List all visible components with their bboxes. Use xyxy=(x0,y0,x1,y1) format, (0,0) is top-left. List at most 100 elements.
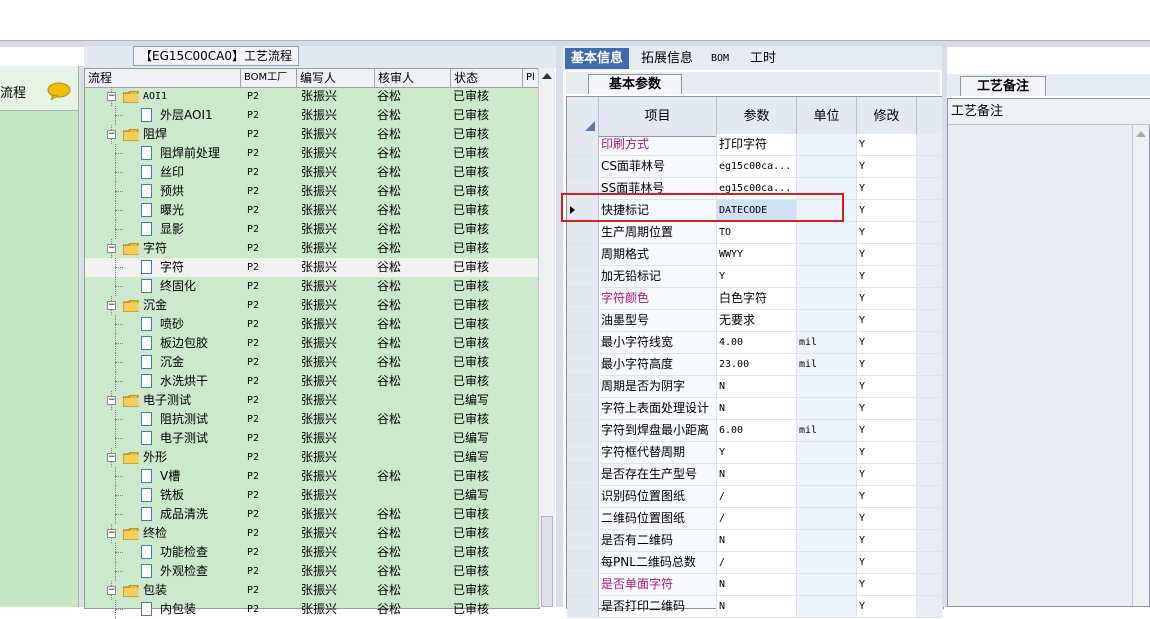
col-header-value[interactable]: 参数 xyxy=(717,97,797,136)
param-value[interactable]: Y xyxy=(717,266,797,287)
remarks-scroll-up-icon[interactable] xyxy=(1136,131,1146,137)
param-value[interactable]: 4.00 xyxy=(717,332,797,353)
tree-group-row[interactable]: − 终检 P2 张振兴 谷松 已审核 xyxy=(85,524,539,543)
row-header[interactable] xyxy=(567,222,599,243)
tab-basic-info[interactable]: 基本信息 xyxy=(565,48,630,69)
param-row[interactable]: 最小字符高度 23.00 mil Y xyxy=(567,354,943,376)
row-header[interactable] xyxy=(567,354,599,375)
param-row[interactable]: 字符到焊盘最小距离 6.00 mil Y xyxy=(567,420,943,442)
param-row[interactable]: 生产周期位置 TO Y xyxy=(567,222,943,244)
row-header[interactable] xyxy=(567,266,599,287)
row-header[interactable] xyxy=(567,420,599,441)
tree-step-row[interactable]: 阻焊前处理 P2 张振兴 谷松 已审核 xyxy=(85,144,539,163)
row-header[interactable] xyxy=(567,464,599,485)
tree-vertical-scrollbar[interactable] xyxy=(538,68,555,607)
tab-labor-hours[interactable]: 工时 xyxy=(744,48,782,69)
row-header[interactable] xyxy=(567,134,599,155)
scroll-up-arrow-icon[interactable] xyxy=(542,73,552,79)
param-value[interactable]: 23.00 xyxy=(717,354,797,375)
param-value[interactable]: 白色字符 xyxy=(717,288,797,309)
row-header[interactable] xyxy=(567,376,599,397)
tree-group-row[interactable]: − 沉金 P2 张振兴 谷松 已审核 xyxy=(85,296,539,315)
tree-group-row[interactable]: − 阻焊 P2 张振兴 谷松 已审核 xyxy=(85,125,539,144)
param-value[interactable]: / xyxy=(717,552,797,573)
col-header-pl[interactable]: Pl xyxy=(523,69,539,87)
col-header-writer[interactable]: 编写人 xyxy=(297,69,375,87)
collapse-toggle-icon[interactable]: − xyxy=(107,244,116,253)
row-header[interactable] xyxy=(567,156,599,177)
param-value[interactable]: 无要求 xyxy=(717,310,797,331)
tree-step-row[interactable]: 外观检查 P2 张振兴 谷松 已审核 xyxy=(85,562,539,581)
tree-step-row[interactable]: 成品清洗 P2 张振兴 谷松 已审核 xyxy=(85,505,539,524)
tree-step-row[interactable]: 字符 P2 张振兴 谷松 已审核 xyxy=(85,258,539,277)
param-row[interactable]: 字符框代替周期 Y Y xyxy=(567,442,943,464)
collapse-toggle-icon[interactable]: − xyxy=(107,130,116,139)
tree-step-row[interactable]: 显影 P2 张振兴 谷松 已审核 xyxy=(85,220,539,239)
param-value[interactable]: / xyxy=(717,486,797,507)
param-row[interactable]: 周期是否为阴字 N Y xyxy=(567,376,943,398)
row-header[interactable] xyxy=(567,552,599,573)
col-header-status[interactable]: 状态 xyxy=(451,69,523,87)
collapse-toggle-icon[interactable]: − xyxy=(107,301,116,310)
col-header-reviewer[interactable]: 核审人 xyxy=(375,69,451,87)
tree-step-row[interactable]: 外层AOI1 P2 张振兴 谷松 已审核 xyxy=(85,106,539,125)
param-value[interactable]: 6.00 xyxy=(717,420,797,441)
collapse-toggle-icon[interactable]: − xyxy=(107,586,116,595)
remarks-scrollbar[interactable] xyxy=(1132,125,1149,606)
collapse-toggle-icon[interactable]: − xyxy=(107,396,116,405)
col-header-process[interactable]: 流程 xyxy=(85,69,241,87)
param-row[interactable]: 最小字符线宽 4.00 mil Y xyxy=(567,332,943,354)
param-value[interactable]: N xyxy=(717,574,797,595)
tree-step-row[interactable]: 丝印 P2 张振兴 谷松 已审核 xyxy=(85,163,539,182)
row-header[interactable] xyxy=(567,244,599,265)
param-value[interactable]: N xyxy=(717,530,797,551)
row-header[interactable] xyxy=(567,508,599,529)
tree-step-row[interactable]: 预烘 P2 张振兴 谷松 已审核 xyxy=(85,182,539,201)
tree-group-row[interactable]: − AOI1 P2 张振兴 谷松 已审核 xyxy=(85,87,539,106)
param-row[interactable]: 加无铅标记 Y Y xyxy=(567,266,943,288)
collapse-toggle-icon[interactable]: − xyxy=(107,92,116,101)
tree-step-row[interactable]: 电子测试 P2 张振兴 已编写 xyxy=(85,429,539,448)
param-row[interactable]: 周期格式 WWYY Y xyxy=(567,244,943,266)
param-row[interactable]: 是否单面字符 N Y xyxy=(567,574,943,596)
tree-step-row[interactable]: 板边包胶 P2 张振兴 谷松 已审核 xyxy=(85,334,539,353)
param-value[interactable]: N xyxy=(717,376,797,397)
chat-bubble-icon[interactable] xyxy=(46,82,72,100)
row-header[interactable] xyxy=(567,310,599,331)
tab-basic-params[interactable]: 基本参数 xyxy=(588,74,682,94)
middle-splitter[interactable] xyxy=(556,46,563,607)
tree-group-row[interactable]: − 外形 P2 张振兴 已编写 xyxy=(85,448,539,467)
param-row[interactable]: 是否打印二维码 N Y xyxy=(567,596,943,618)
tree-step-row[interactable]: 曝光 P2 张振兴 谷松 已审核 xyxy=(85,201,539,220)
row-header[interactable] xyxy=(567,398,599,419)
tree-step-row[interactable]: 水洗烘干 P2 张振兴 谷松 已审核 xyxy=(85,372,539,391)
collapse-toggle-icon[interactable]: − xyxy=(107,453,116,462)
tab-bom[interactable]: BOM xyxy=(705,48,735,69)
param-value[interactable]: N xyxy=(717,464,797,485)
col-header-item[interactable]: 项目 xyxy=(599,97,717,136)
tree-group-row[interactable]: − 电子测试 P2 张振兴 已编写 xyxy=(85,391,539,410)
row-header[interactable] xyxy=(567,332,599,353)
param-value[interactable]: N xyxy=(717,398,797,419)
param-row[interactable]: 是否有二维码 N Y xyxy=(567,530,943,552)
col-header-unit[interactable]: 单位 xyxy=(797,97,857,136)
param-row[interactable]: 字符颜色 白色字符 Y xyxy=(567,288,943,310)
row-header[interactable] xyxy=(567,486,599,507)
param-value[interactable]: eg15c00ca... xyxy=(717,156,797,177)
tree-group-row[interactable]: − 字符 P2 张振兴 谷松 已审核 xyxy=(85,239,539,258)
tree-step-row[interactable]: 阻抗测试 P2 张振兴 谷松 已审核 xyxy=(85,410,539,429)
param-row[interactable]: 识别码位置图纸 / Y xyxy=(567,486,943,508)
left-panel-label[interactable]: 流程 xyxy=(0,82,26,101)
tab-process-remarks[interactable]: 工艺备注 xyxy=(960,76,1046,96)
param-value[interactable]: / xyxy=(717,508,797,529)
param-row[interactable]: 油墨型号 无要求 Y xyxy=(567,310,943,332)
tree-scroll-thumb[interactable] xyxy=(541,516,553,607)
param-row[interactable]: 是否存在生产型号 N Y xyxy=(567,464,943,486)
param-row[interactable]: 印刷方式 打印字符 Y xyxy=(567,134,943,156)
tree-step-row[interactable]: 功能检查 P2 张振兴 谷松 已审核 xyxy=(85,543,539,562)
param-value[interactable]: Y xyxy=(717,442,797,463)
collapse-toggle-icon[interactable]: − xyxy=(107,529,116,538)
param-row[interactable]: 字符上表面处理设计 N Y xyxy=(567,398,943,420)
row-header[interactable] xyxy=(567,574,599,595)
tree-step-row[interactable]: 内包装 P2 张振兴 谷松 已审核 xyxy=(85,600,539,619)
